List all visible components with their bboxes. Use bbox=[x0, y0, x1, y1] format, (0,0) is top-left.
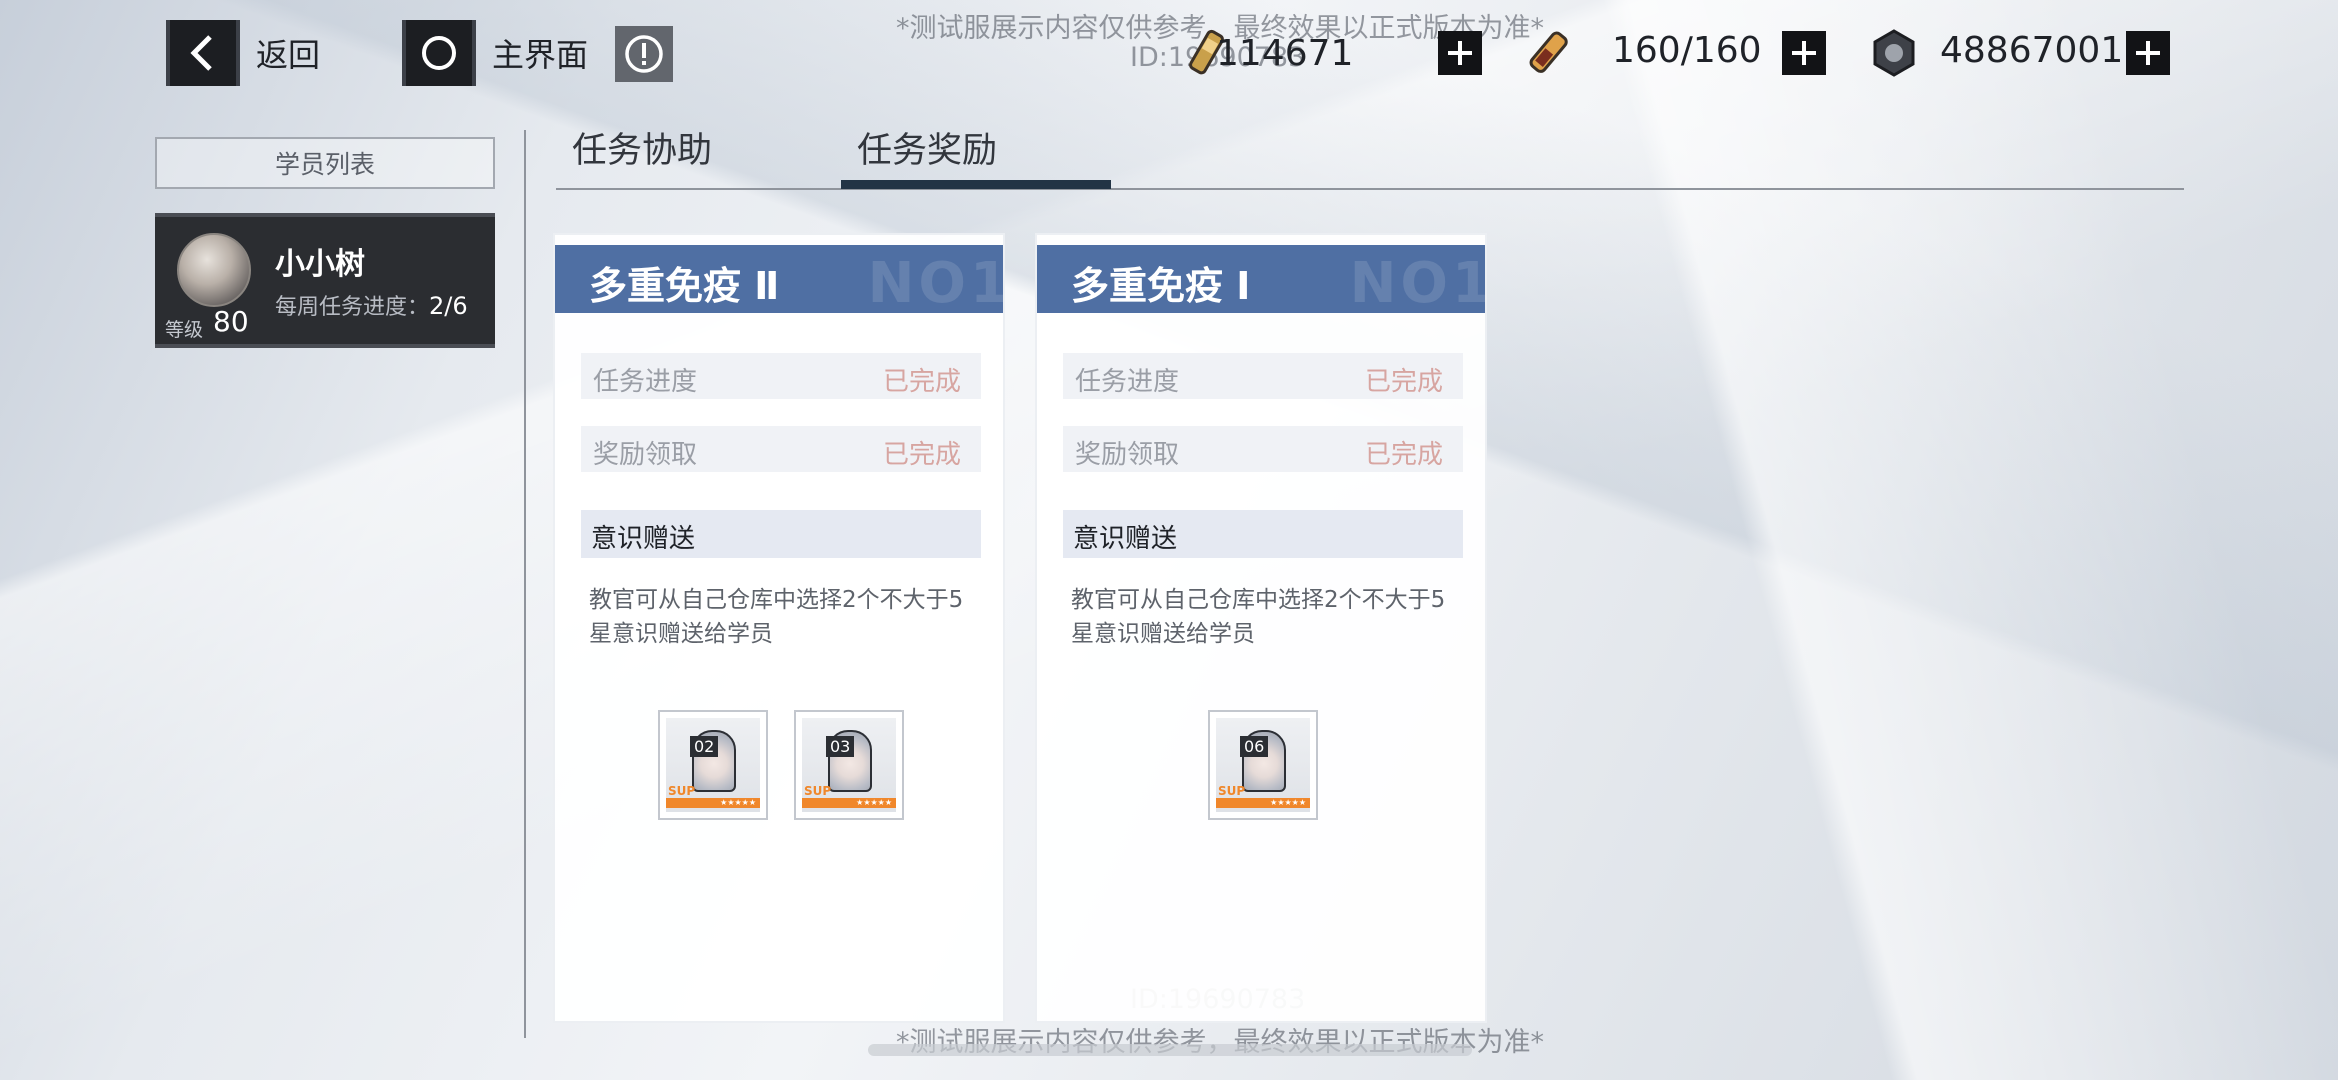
resource-stamina: 114671 bbox=[1178, 18, 1353, 88]
memory-gift-section: 意识赠送 bbox=[581, 510, 981, 558]
memory-tag: SUP bbox=[1218, 784, 1246, 798]
memory-tag: SUP bbox=[668, 784, 696, 798]
avatar bbox=[177, 233, 251, 307]
reward-claim-status: 已完成 bbox=[882, 440, 961, 470]
home-button[interactable]: 主界面 bbox=[402, 20, 588, 86]
reward-claim-status: 已完成 bbox=[1364, 440, 1443, 470]
reward-card: 多重免疫 Ⅱ NO1 任务进度 已完成 奖励领取 已完成 意识赠送 教官可从自己… bbox=[553, 233, 1005, 1023]
blood-vial-icon bbox=[1529, 31, 1568, 73]
member-list-item[interactable]: 小小树 每周任务进度：2/6 等级 80 bbox=[155, 213, 495, 348]
reward-claim-row: 奖励领取 已完成 bbox=[581, 426, 981, 472]
card-header-decoration: NO1 bbox=[867, 251, 1003, 313]
plus-icon bbox=[1448, 41, 1472, 65]
add-stamina-button[interactable] bbox=[1438, 31, 1482, 75]
memory-gift-title: 意识赠送 bbox=[591, 524, 696, 554]
active-tab-indicator bbox=[841, 180, 1111, 189]
memory-tag: SUP bbox=[804, 784, 832, 798]
task-progress-row: 任务进度 已完成 bbox=[1063, 353, 1463, 399]
memory-number: 03 bbox=[826, 736, 855, 757]
memory-card-art: 02 SUP ★★★★★ bbox=[666, 718, 760, 812]
star-rating-icon: ★★★★★ bbox=[856, 798, 892, 807]
memory-item-slot[interactable]: 02 SUP ★★★★★ bbox=[658, 710, 768, 820]
memory-card-art: 03 SUP ★★★★★ bbox=[802, 718, 896, 812]
memory-gift-description: 教官可从自己仓库中选择2个不大于5星意识赠送给学员 bbox=[1071, 587, 1446, 647]
star-rating-icon: ★★★★★ bbox=[720, 798, 756, 807]
card-header: 多重免疫 Ⅱ NO1 bbox=[555, 245, 1003, 313]
member-name: 小小树 bbox=[275, 247, 365, 282]
card-title: 多重免疫 Ⅰ bbox=[1071, 264, 1251, 308]
task-progress-status: 已完成 bbox=[882, 367, 961, 397]
stamina-value: 114671 bbox=[1216, 32, 1354, 74]
tab-bar-line bbox=[556, 188, 2184, 190]
memory-gift-title: 意识赠送 bbox=[1073, 524, 1178, 554]
plus-icon bbox=[1792, 41, 1816, 65]
add-blood-vial-button[interactable] bbox=[1782, 31, 1826, 75]
memory-item-slot[interactable]: 06 SUP ★★★★★ bbox=[1208, 710, 1318, 820]
back-button[interactable]: 返回 bbox=[166, 20, 320, 86]
member-list-header: 学员列表 bbox=[155, 137, 495, 189]
reward-claim-row: 奖励领取 已完成 bbox=[1063, 426, 1463, 472]
reward-claim-label: 奖励领取 bbox=[1075, 440, 1180, 470]
weekly-progress-value: 2/6 bbox=[429, 292, 468, 320]
memory-item-slot[interactable]: 03 SUP ★★★★★ bbox=[794, 710, 904, 820]
task-progress-label: 任务进度 bbox=[1075, 367, 1180, 397]
info-button[interactable] bbox=[615, 26, 673, 82]
memory-number: 06 bbox=[1240, 736, 1269, 757]
home-label: 主界面 bbox=[492, 36, 589, 74]
exclamation-circle-icon bbox=[625, 35, 663, 73]
card-header-decoration: NO1 bbox=[1349, 251, 1485, 313]
home-circle-icon bbox=[402, 20, 476, 86]
level-label: 等级 bbox=[165, 319, 204, 341]
gear-nut-icon bbox=[1873, 29, 1915, 77]
reward-claim-label: 奖励领取 bbox=[593, 440, 698, 470]
task-progress-status: 已完成 bbox=[1364, 367, 1443, 397]
memory-gift-section: 意识赠送 bbox=[1063, 510, 1463, 558]
blood-vial-value: 160/160 bbox=[1612, 30, 1762, 71]
weekly-progress: 每周任务进度：2/6 bbox=[275, 289, 468, 321]
gear-value: 48867001 bbox=[1940, 30, 2124, 71]
card-title: 多重免疫 Ⅱ bbox=[589, 264, 780, 308]
star-rating-icon: ★★★★★ bbox=[1270, 798, 1306, 807]
add-gear-button[interactable] bbox=[2126, 31, 2170, 75]
task-progress-row: 任务进度 已完成 bbox=[581, 353, 981, 399]
memory-number: 02 bbox=[690, 736, 719, 757]
weekly-progress-label: 每周任务进度： bbox=[275, 295, 430, 320]
reward-card: 多重免疫 Ⅰ NO1 任务进度 已完成 奖励领取 已完成 意识赠送 教官可从自己… bbox=[1035, 233, 1487, 1023]
resource-blood-vial bbox=[1520, 18, 1576, 88]
card-header: 多重免疫 Ⅰ NO1 bbox=[1037, 245, 1485, 313]
task-progress-label: 任务进度 bbox=[593, 367, 698, 397]
tab-task-assist[interactable]: 任务协助 bbox=[572, 122, 712, 173]
plus-icon bbox=[2136, 41, 2160, 65]
level-value: 80 bbox=[213, 305, 249, 338]
memory-card-art: 06 SUP ★★★★★ bbox=[1216, 718, 1310, 812]
horizontal-scrollbar[interactable] bbox=[868, 1044, 1472, 1056]
chevron-left-icon bbox=[166, 20, 240, 86]
back-label: 返回 bbox=[256, 36, 321, 74]
resource-gear bbox=[1868, 18, 1920, 88]
tab-task-reward[interactable]: 任务奖励 bbox=[857, 122, 997, 173]
sidebar-divider bbox=[524, 130, 526, 1038]
memory-gift-description: 教官可从自己仓库中选择2个不大于5星意识赠送给学员 bbox=[589, 587, 964, 647]
